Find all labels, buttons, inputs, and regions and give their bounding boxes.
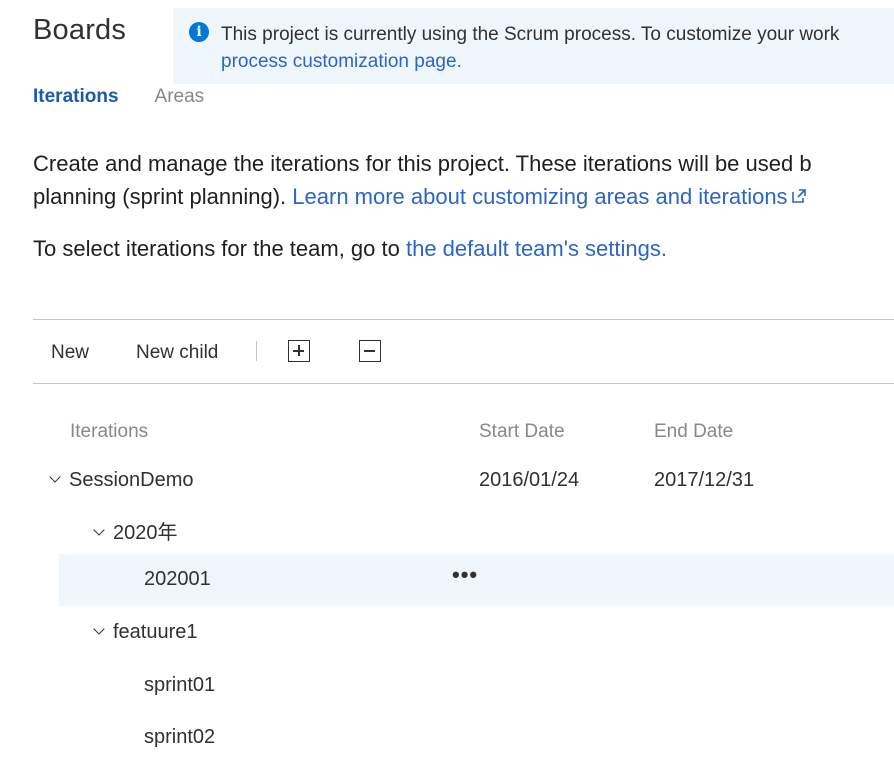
description-line2: planning (sprint planning). Learn more a… bbox=[33, 180, 812, 213]
chevron-down-icon[interactable] bbox=[93, 623, 105, 635]
row-name: sprint02 bbox=[144, 726, 215, 749]
chevron-down-icon[interactable] bbox=[49, 471, 61, 483]
description-line1: Create and manage the iterations for thi… bbox=[33, 151, 812, 176]
end-date: 2017/12/31 bbox=[654, 469, 755, 491]
start-date: 2016/01/24 bbox=[479, 469, 580, 491]
toolbar: New New child bbox=[33, 319, 894, 384]
row-name: 202001 bbox=[144, 568, 211, 591]
table-row[interactable]: sprint02 bbox=[59, 712, 894, 763]
tab-areas[interactable]: Areas bbox=[155, 86, 205, 108]
row-name: SessionDemo bbox=[49, 469, 194, 492]
banner-text: This project is currently using the Scru… bbox=[221, 24, 840, 45]
info-banner: i This project is currently using the Sc… bbox=[173, 8, 894, 84]
info-icon: i bbox=[189, 22, 209, 42]
iteration-name: 202001 bbox=[144, 568, 211, 590]
collapse-all-icon[interactable] bbox=[359, 340, 381, 362]
toolbar-separator bbox=[256, 341, 257, 361]
iteration-name: sprint02 bbox=[144, 726, 216, 748]
row-name: sprint01 bbox=[144, 674, 215, 697]
tab-iterations[interactable]: Iterations bbox=[33, 86, 119, 108]
iteration-name: 2020年 bbox=[113, 522, 178, 544]
row-name: featuure1 bbox=[93, 621, 198, 644]
description: Create and manage the iterations for thi… bbox=[33, 147, 812, 213]
table-row[interactable]: 202001 ••• bbox=[59, 554, 894, 606]
iteration-name: featuure1 bbox=[113, 621, 198, 643]
description-line2-text: planning (sprint planning). bbox=[33, 184, 293, 209]
iteration-name: SessionDemo bbox=[69, 469, 194, 491]
table-row[interactable]: featuure1 bbox=[59, 607, 894, 659]
team-settings-link[interactable]: the default team's settings. bbox=[406, 236, 667, 261]
team-settings-line: To select iterations for the team, go to… bbox=[33, 236, 667, 262]
external-link-icon[interactable] bbox=[791, 189, 806, 203]
table-row[interactable]: 2020年 bbox=[59, 502, 894, 554]
learn-more-link[interactable]: Learn more about customizing areas and i… bbox=[292, 184, 787, 209]
iteration-name: sprint01 bbox=[144, 674, 216, 696]
page-title: Boards bbox=[33, 14, 127, 46]
column-header-iterations[interactable]: Iterations bbox=[70, 421, 148, 443]
more-options-icon[interactable]: ••• bbox=[452, 562, 478, 588]
chevron-down-icon[interactable] bbox=[93, 524, 105, 536]
table-row[interactable]: SessionDemo 2016/01/24 2017/12/31 bbox=[49, 455, 894, 507]
table-row[interactable]: sprint01 bbox=[59, 660, 894, 712]
new-child-button[interactable]: New child bbox=[136, 342, 218, 364]
row-name: 2020年 bbox=[93, 516, 178, 545]
expand-all-icon[interactable] bbox=[288, 340, 310, 362]
column-header-end-date[interactable]: End Date bbox=[654, 421, 733, 443]
team-settings-text: To select iterations for the team, go to bbox=[33, 236, 406, 261]
process-customization-link[interactable]: process customization page. bbox=[221, 48, 894, 75]
column-header-start-date[interactable]: Start Date bbox=[479, 421, 565, 443]
new-button[interactable]: New bbox=[51, 342, 89, 364]
pivot-tabs: Iterations Areas bbox=[33, 86, 204, 108]
